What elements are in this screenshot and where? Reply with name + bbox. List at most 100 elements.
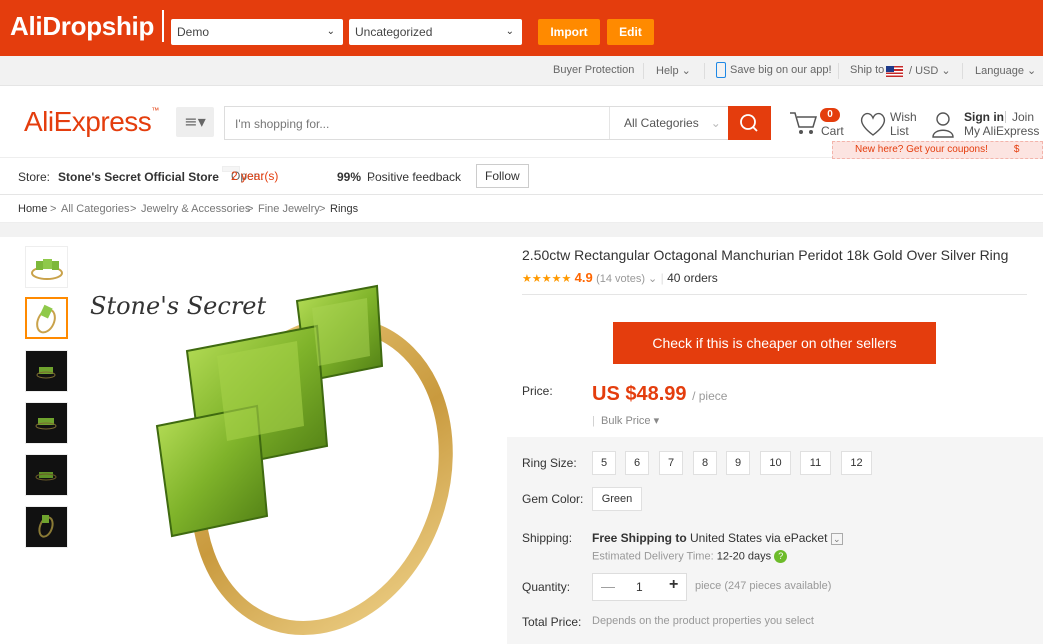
- shipping-info[interactable]: Free Shipping to United States via ePack…: [592, 531, 843, 545]
- my-aliexpress-link[interactable]: My AliExpress: [964, 124, 1039, 138]
- chevron-down-icon: ⌄: [505, 26, 514, 37]
- divider: [522, 294, 1027, 295]
- store-select-value: Demo: [177, 25, 210, 39]
- wish-label[interactable]: Wish: [890, 110, 917, 124]
- orders-count: 40 orders: [667, 271, 718, 285]
- quantity-label: Quantity:: [522, 580, 571, 594]
- breadcrumb-separator: >: [319, 203, 326, 215]
- ring-size-option[interactable]: 7: [659, 451, 683, 475]
- breadcrumb-item[interactable]: All Categories: [61, 203, 129, 215]
- app-link[interactable]: Save big on our app!: [730, 64, 832, 76]
- bulk-price-link[interactable]: | Bulk Price ▾: [592, 414, 659, 427]
- check-cheaper-button[interactable]: Check if this is cheaper on other seller…: [613, 308, 936, 364]
- increment-button[interactable]: +: [669, 576, 678, 594]
- divider-strip: [0, 223, 1043, 237]
- breadcrumb-item[interactable]: Fine Jewelry: [258, 203, 320, 215]
- divider: [704, 63, 705, 79]
- ring-size-option[interactable]: 6: [625, 451, 649, 475]
- divider: [643, 63, 644, 79]
- cart-count-badge: 0: [820, 108, 840, 122]
- cart-icon[interactable]: [788, 108, 820, 138]
- breadcrumb: Home > All Categories > Jewelry & Access…: [0, 195, 1043, 223]
- list-label[interactable]: List: [890, 124, 909, 138]
- star-rating-icon: ★★★★★: [522, 273, 572, 285]
- store-label: Store:: [18, 170, 51, 184]
- store-bar: Store: Stone's Secret Official Store Ope…: [0, 159, 1043, 195]
- language-link[interactable]: Language ⌄: [975, 64, 1036, 77]
- store-open-badge: Open: 2 year(s): [222, 166, 278, 183]
- product-thumbnail[interactable]: [25, 297, 68, 339]
- feedback-percent: 99%: [337, 170, 362, 184]
- ring-size-label: Ring Size:: [522, 456, 577, 470]
- ring-size-option[interactable]: 12: [841, 451, 872, 475]
- heart-icon[interactable]: [858, 110, 888, 138]
- aliexpress-logo[interactable]: AliExpress™: [24, 106, 159, 138]
- search-bar: I'm shopping for... All Categories ⌄: [224, 106, 771, 140]
- store-name-link[interactable]: Stone's Secret Official Store: [58, 170, 219, 184]
- user-icon[interactable]: [930, 109, 956, 139]
- product-title: 2.50ctw Rectangular Octagonal Manchurian…: [522, 247, 1009, 263]
- us-flag-icon: [886, 66, 903, 77]
- help-icon[interactable]: ?: [774, 550, 788, 563]
- ring-size-option[interactable]: 11: [800, 451, 831, 475]
- ring-size-option[interactable]: 9: [726, 451, 750, 475]
- price-label: Price:: [522, 384, 553, 398]
- rating-value: 4.9: [574, 270, 593, 285]
- cart-label[interactable]: Cart: [821, 124, 844, 138]
- category-select-value: Uncategorized: [355, 25, 433, 39]
- breadcrumb-item[interactable]: Home: [18, 203, 47, 215]
- coupon-banner[interactable]: New here? Get your coupons! $: [832, 141, 1043, 159]
- ring-size-option[interactable]: 5: [592, 451, 616, 475]
- currency-label[interactable]: / USD ⌄: [909, 64, 951, 77]
- breadcrumb-item: Rings: [330, 203, 359, 215]
- search-icon: [740, 114, 758, 132]
- breadcrumb-separator: >: [50, 203, 57, 215]
- close-icon[interactable]: ✖: [922, 308, 933, 322]
- ring-size-option[interactable]: 10: [760, 451, 791, 475]
- gem-color-label: Gem Color:: [522, 492, 584, 506]
- buyer-protection-link[interactable]: Buyer Protection: [553, 64, 634, 76]
- product-thumbnail[interactable]: [25, 246, 68, 288]
- help-link[interactable]: Help ⌄: [656, 64, 691, 77]
- product-thumbnail[interactable]: [25, 402, 68, 444]
- alidropship-logo: AliDropship: [10, 10, 165, 42]
- phone-icon: [716, 62, 726, 78]
- quantity-input[interactable]: 1: [636, 580, 643, 594]
- product-thumbnail[interactable]: [25, 350, 68, 392]
- category-select[interactable]: Uncategorized ⌄: [349, 19, 522, 45]
- ring-size-option[interactable]: 8: [693, 451, 717, 475]
- import-button[interactable]: Import: [538, 19, 600, 45]
- quantity-available: piece (247 pieces available): [695, 580, 832, 592]
- search-button[interactable]: [728, 106, 771, 140]
- chevron-down-icon[interactable]: ⌄: [830, 532, 843, 545]
- brand-watermark: Stone's Secret: [90, 292, 267, 320]
- alidropship-bar: AliDropship Demo ⌄ Uncategorized ⌄ Impor…: [0, 0, 1043, 56]
- votes-link[interactable]: (14 votes) ⌄: [596, 273, 657, 285]
- rating-row: ★★★★★ 4.9 (14 votes) ⌄ | 40 orders: [522, 270, 718, 285]
- search-category-select[interactable]: All Categories ⌄: [609, 107, 729, 139]
- search-input[interactable]: I'm shopping for...: [235, 117, 329, 131]
- product-thumbnail[interactable]: [25, 454, 68, 496]
- quantity-stepper: — 1 +: [592, 573, 687, 601]
- edit-button[interactable]: Edit: [607, 19, 654, 45]
- price-value: US $48.99 / piece: [592, 383, 728, 405]
- decrement-button[interactable]: —: [601, 578, 615, 594]
- sign-in-link[interactable]: Sign in: [964, 110, 1004, 124]
- divider: |: [660, 271, 664, 285]
- shipping-label: Shipping:: [522, 531, 573, 545]
- total-price-label: Total Price:: [522, 615, 582, 629]
- divider: [1005, 111, 1006, 123]
- gem-color-option[interactable]: Green: [592, 487, 642, 511]
- top-links-bar: Buyer Protection Help ⌄ Save big on our …: [0, 56, 1043, 86]
- chevron-down-icon: ⌄: [326, 26, 335, 37]
- follow-button[interactable]: Follow: [476, 164, 529, 188]
- breadcrumb-item[interactable]: Jewelry & Accessories: [141, 203, 250, 215]
- ship-to-link[interactable]: Ship to: [850, 64, 884, 76]
- divider: [962, 63, 963, 79]
- total-price-value: Depends on the product properties you se…: [592, 615, 814, 627]
- category-menu-button[interactable]: ≡▾: [176, 107, 214, 137]
- product-thumbnail[interactable]: [25, 506, 68, 548]
- store-select[interactable]: Demo ⌄: [171, 19, 343, 45]
- delivery-time: Estimated Delivery Time: 12-20 days ?: [592, 550, 788, 563]
- join-link[interactable]: Join: [1012, 110, 1034, 124]
